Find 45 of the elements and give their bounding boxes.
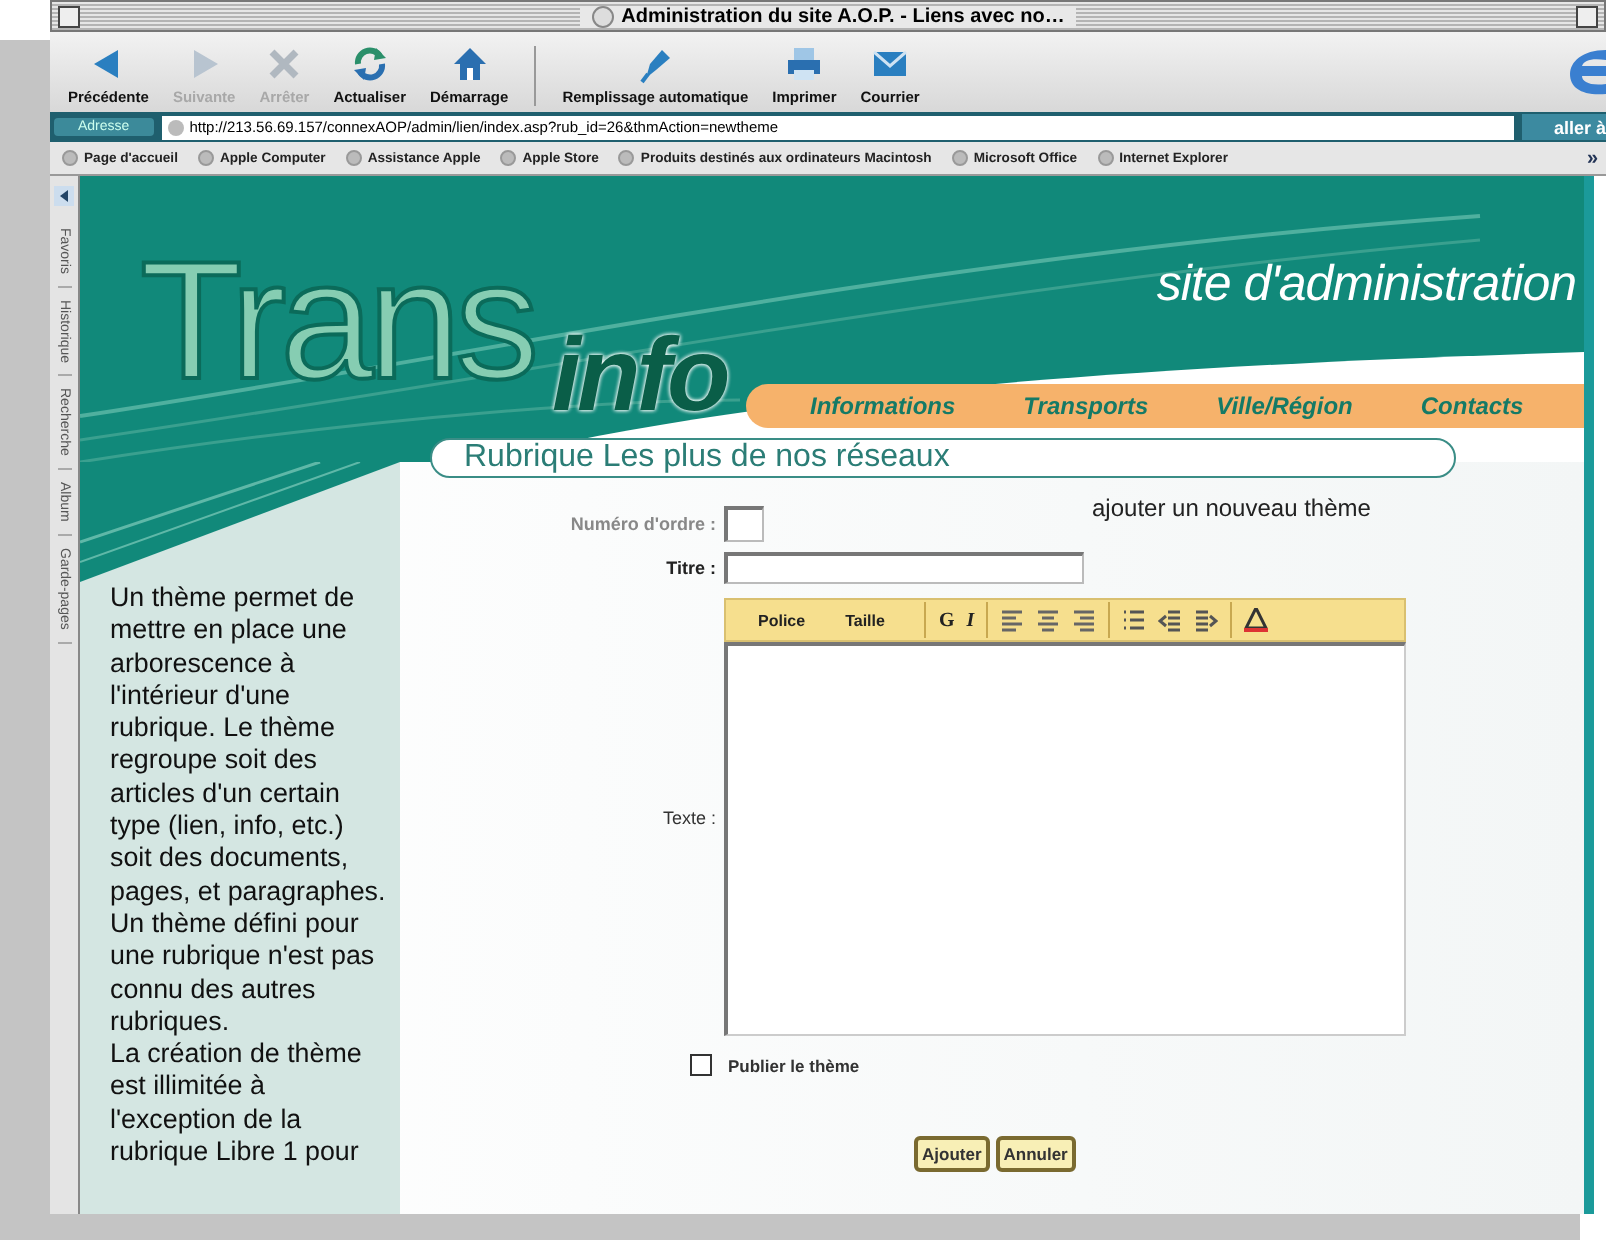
go-button[interactable]: aller à: [1521, 114, 1606, 140]
section-title: Rubrique Les plus de nos réseaux: [430, 438, 1456, 478]
print-icon: [784, 44, 825, 84]
collapse-icon: [54, 186, 74, 206]
autofill-icon: [635, 44, 676, 84]
checkbox[interactable]: [690, 1054, 712, 1076]
editor-tool-button[interactable]: [1194, 608, 1219, 632]
form-heading: ajouter un nouveau thème: [1092, 494, 1371, 522]
input-field[interactable]: [724, 506, 764, 542]
text-color-icon: [1244, 608, 1269, 632]
align-center-icon: [1036, 608, 1061, 632]
window-title: Administration du site A.O.P. - Liens avec no…: [579, 5, 1077, 27]
field-label: Numéro d'ordre :: [568, 514, 716, 534]
outdent-icon: [1158, 608, 1183, 632]
indent-icon: [1194, 608, 1219, 632]
help-paragraph: Un thème permet de mettre en place une arborescence à l'intérieur d'une rubrique. Le thème regroupe soit des articles d'un certain type (lien, info, etc.) soit des documents, pages, et paragraphes. Un thème défini pour une rubrique n'est pas connu des autres rubriques.: [108, 582, 388, 1039]
form-button[interactable]: Ajouter: [914, 1136, 990, 1172]
page-icon: [167, 119, 184, 135]
more-button[interactable]: »: [1586, 147, 1598, 169]
editor-tool-button[interactable]: [1244, 608, 1269, 632]
italic-button[interactable]: I: [966, 609, 975, 631]
logo-text: Trans: [140, 236, 534, 404]
editor-menu[interactable]: Police: [758, 611, 806, 629]
editor-tool-button[interactable]: [1122, 608, 1147, 632]
home-icon: [449, 44, 490, 84]
field-label: Titre :: [664, 558, 716, 578]
bullet-list-icon: [1122, 608, 1147, 632]
close-box[interactable]: [58, 6, 80, 28]
editor-tool-button[interactable]: [1000, 608, 1025, 632]
logo-text: info: [552, 324, 727, 428]
site-tagline: site d'administration: [1156, 260, 1576, 310]
zoom-box[interactable]: [1576, 6, 1598, 28]
field-label: Texte :: [660, 807, 716, 827]
editor-tool-button[interactable]: [1072, 608, 1097, 632]
align-right-icon: [1072, 608, 1097, 632]
checkbox-label: Publier le thème: [728, 1055, 860, 1075]
help-paragraph: La création de thème est illimitée à l'exception de la rubrique Libre 1 pour: [108, 1038, 364, 1169]
form-button[interactable]: Annuler: [995, 1136, 1076, 1172]
refresh-icon: [349, 44, 390, 84]
editor-menu[interactable]: Taille: [845, 611, 885, 629]
editor-tool-button[interactable]: [1158, 608, 1183, 632]
bold-button[interactable]: G: [938, 609, 955, 631]
editor-tool-button[interactable]: [1036, 608, 1061, 632]
input-field[interactable]: [724, 552, 1084, 584]
align-left-icon: [1000, 608, 1025, 632]
